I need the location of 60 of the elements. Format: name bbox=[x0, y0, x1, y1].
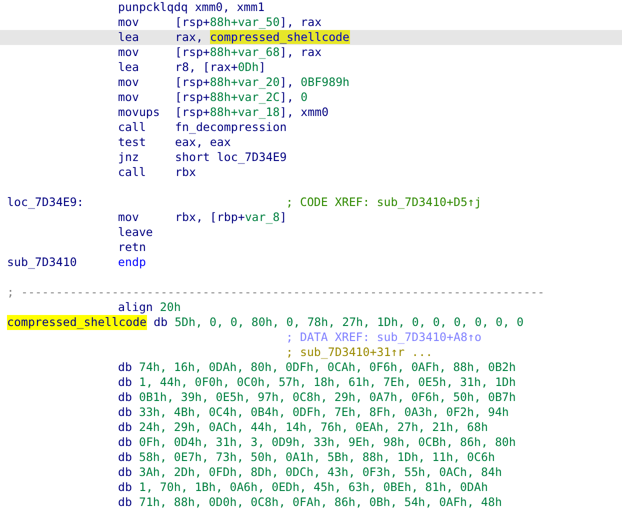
instruction-mnemonic: lea bbox=[118, 60, 139, 75]
byte-values: 0Fh, 0D4h, 31h, 3, 0D9h, 33h, 9Eh, 98h, 0CBh, 86h, 80h bbox=[138, 435, 516, 450]
instruction-operands: short loc_7D34E9 bbox=[175, 150, 287, 165]
instruction-operands: fn_decompression bbox=[175, 120, 287, 135]
byte-values: 33h, 4Bh, 0C4h, 0B4h, 0DFh, 7Eh, 8Fh, 0A3h, 0F2h, 94h bbox=[138, 405, 509, 420]
directive-keyword: db bbox=[154, 315, 168, 330]
instruction-mnemonic: mov bbox=[118, 75, 139, 90]
byte-values: 3Ah, 2Dh, 0FDh, 8Dh, 0DCh, 43h, 0F3h, 55h, 0ACh, 84h bbox=[138, 465, 502, 480]
directive-keyword: db bbox=[118, 450, 132, 465]
instruction-operands: rax, compressed_shellcode bbox=[175, 30, 350, 45]
instruction-mnemonic: mov bbox=[118, 90, 139, 105]
instruction-mnemonic: mov bbox=[118, 210, 139, 225]
byte-values: 1, 44h, 0F0h, 0C0h, 57h, 18h, 61h, 7Eh, 0E5h, 31h, 1Dh bbox=[138, 375, 516, 390]
instruction-mnemonic: movups bbox=[118, 105, 160, 120]
xref-comment: ; sub_7D3410+31↑r ... bbox=[286, 345, 433, 360]
byte-values: 74h, 16h, 0DAh, 80h, 0DFh, 0CAh, 0F6h, 0AFh, 88h, 0B2h bbox=[138, 360, 516, 375]
instruction-operands: [rsp+88h+var_20], 0BF989h bbox=[175, 75, 350, 90]
instruction-mnemonic: test bbox=[118, 135, 146, 150]
byte-values: 24h, 29h, 0ACh, 44h, 14h, 76h, 0EAh, 27h, 21h, 68h bbox=[138, 420, 488, 435]
directive-keyword: db bbox=[118, 360, 132, 375]
byte-values: 5Dh, 0, 0, 80h, 0, 78h, 27h, 1Dh, 0, 0, 0, 0, 0, 0 bbox=[174, 315, 524, 330]
instruction-operands: rbx bbox=[175, 165, 196, 180]
instruction-mnemonic: retn bbox=[118, 240, 146, 255]
instruction-mnemonic: punpcklqdq bbox=[118, 0, 188, 15]
xref-comment: ; DATA XREF: sub_7D3410+A8↑o bbox=[286, 330, 482, 345]
data-label[interactable]: compressed_shellcode bbox=[7, 315, 147, 330]
instruction-mnemonic: jnz bbox=[118, 150, 139, 165]
directive-keyword: db bbox=[118, 465, 132, 480]
instruction-operands: eax, eax bbox=[175, 135, 231, 150]
instruction-operands: [rsp+88h+var_50], rax bbox=[175, 15, 322, 30]
byte-values: 71h, 88h, 0D0h, 0C8h, 0FAh, 86h, 0Bh, 54h, 0AFh, 48h bbox=[138, 495, 502, 510]
directive-keyword: db bbox=[118, 495, 132, 510]
instruction-operands: xmm0, xmm1 bbox=[194, 0, 265, 15]
code-label[interactable]: loc_7D34E9: bbox=[7, 195, 84, 210]
instruction-mnemonic: call bbox=[118, 120, 146, 135]
byte-values: 0B1h, 39h, 0E5h, 97h, 0C8h, 29h, 0A7h, 0F6h, 50h, 0B7h bbox=[138, 390, 516, 405]
instruction-operands: [rsp+88h+var_68], rax bbox=[175, 45, 322, 60]
byte-values: 58h, 0E7h, 73h, 50h, 0A1h, 5Bh, 88h, 1Dh, 11h, 0C6h bbox=[138, 450, 495, 465]
instruction-operands: rbx, [rbp+var_8] bbox=[175, 210, 287, 225]
instruction-operands: [rsp+88h+var_2C], 0 bbox=[175, 90, 308, 105]
directive-keyword: align bbox=[118, 300, 153, 315]
instruction-mnemonic: lea bbox=[118, 30, 139, 45]
instruction-operands: r8, [rax+0Dh] bbox=[175, 60, 266, 75]
directive-keyword: db bbox=[118, 390, 132, 405]
directive-keyword: db bbox=[118, 435, 132, 450]
directive-keyword: db bbox=[118, 480, 132, 495]
byte-values: 1, 70h, 1Bh, 0A6h, 0EDh, 45h, 63h, 0BEh, 81h, 0DAh bbox=[138, 480, 488, 495]
procedure-name: sub_7D3410 bbox=[7, 255, 77, 270]
instruction-mnemonic: leave bbox=[118, 225, 153, 240]
instruction-operands: [rsp+88h+var_18], xmm0 bbox=[175, 105, 329, 120]
separator-comment: ; --------------------------------------------------------------------------- bbox=[7, 285, 544, 300]
directive-keyword: db bbox=[118, 375, 132, 390]
instruction-mnemonic: mov bbox=[118, 15, 139, 30]
directive-keyword: db bbox=[118, 405, 132, 420]
directive-keyword: db bbox=[118, 420, 132, 435]
directive-value: 20h bbox=[160, 300, 181, 315]
xref-comment: ; CODE XREF: sub_7D3410+D5↑j bbox=[286, 195, 482, 210]
endp-keyword: endp bbox=[118, 255, 146, 270]
instruction-mnemonic: call bbox=[118, 165, 146, 180]
instruction-mnemonic: mov bbox=[118, 45, 139, 60]
